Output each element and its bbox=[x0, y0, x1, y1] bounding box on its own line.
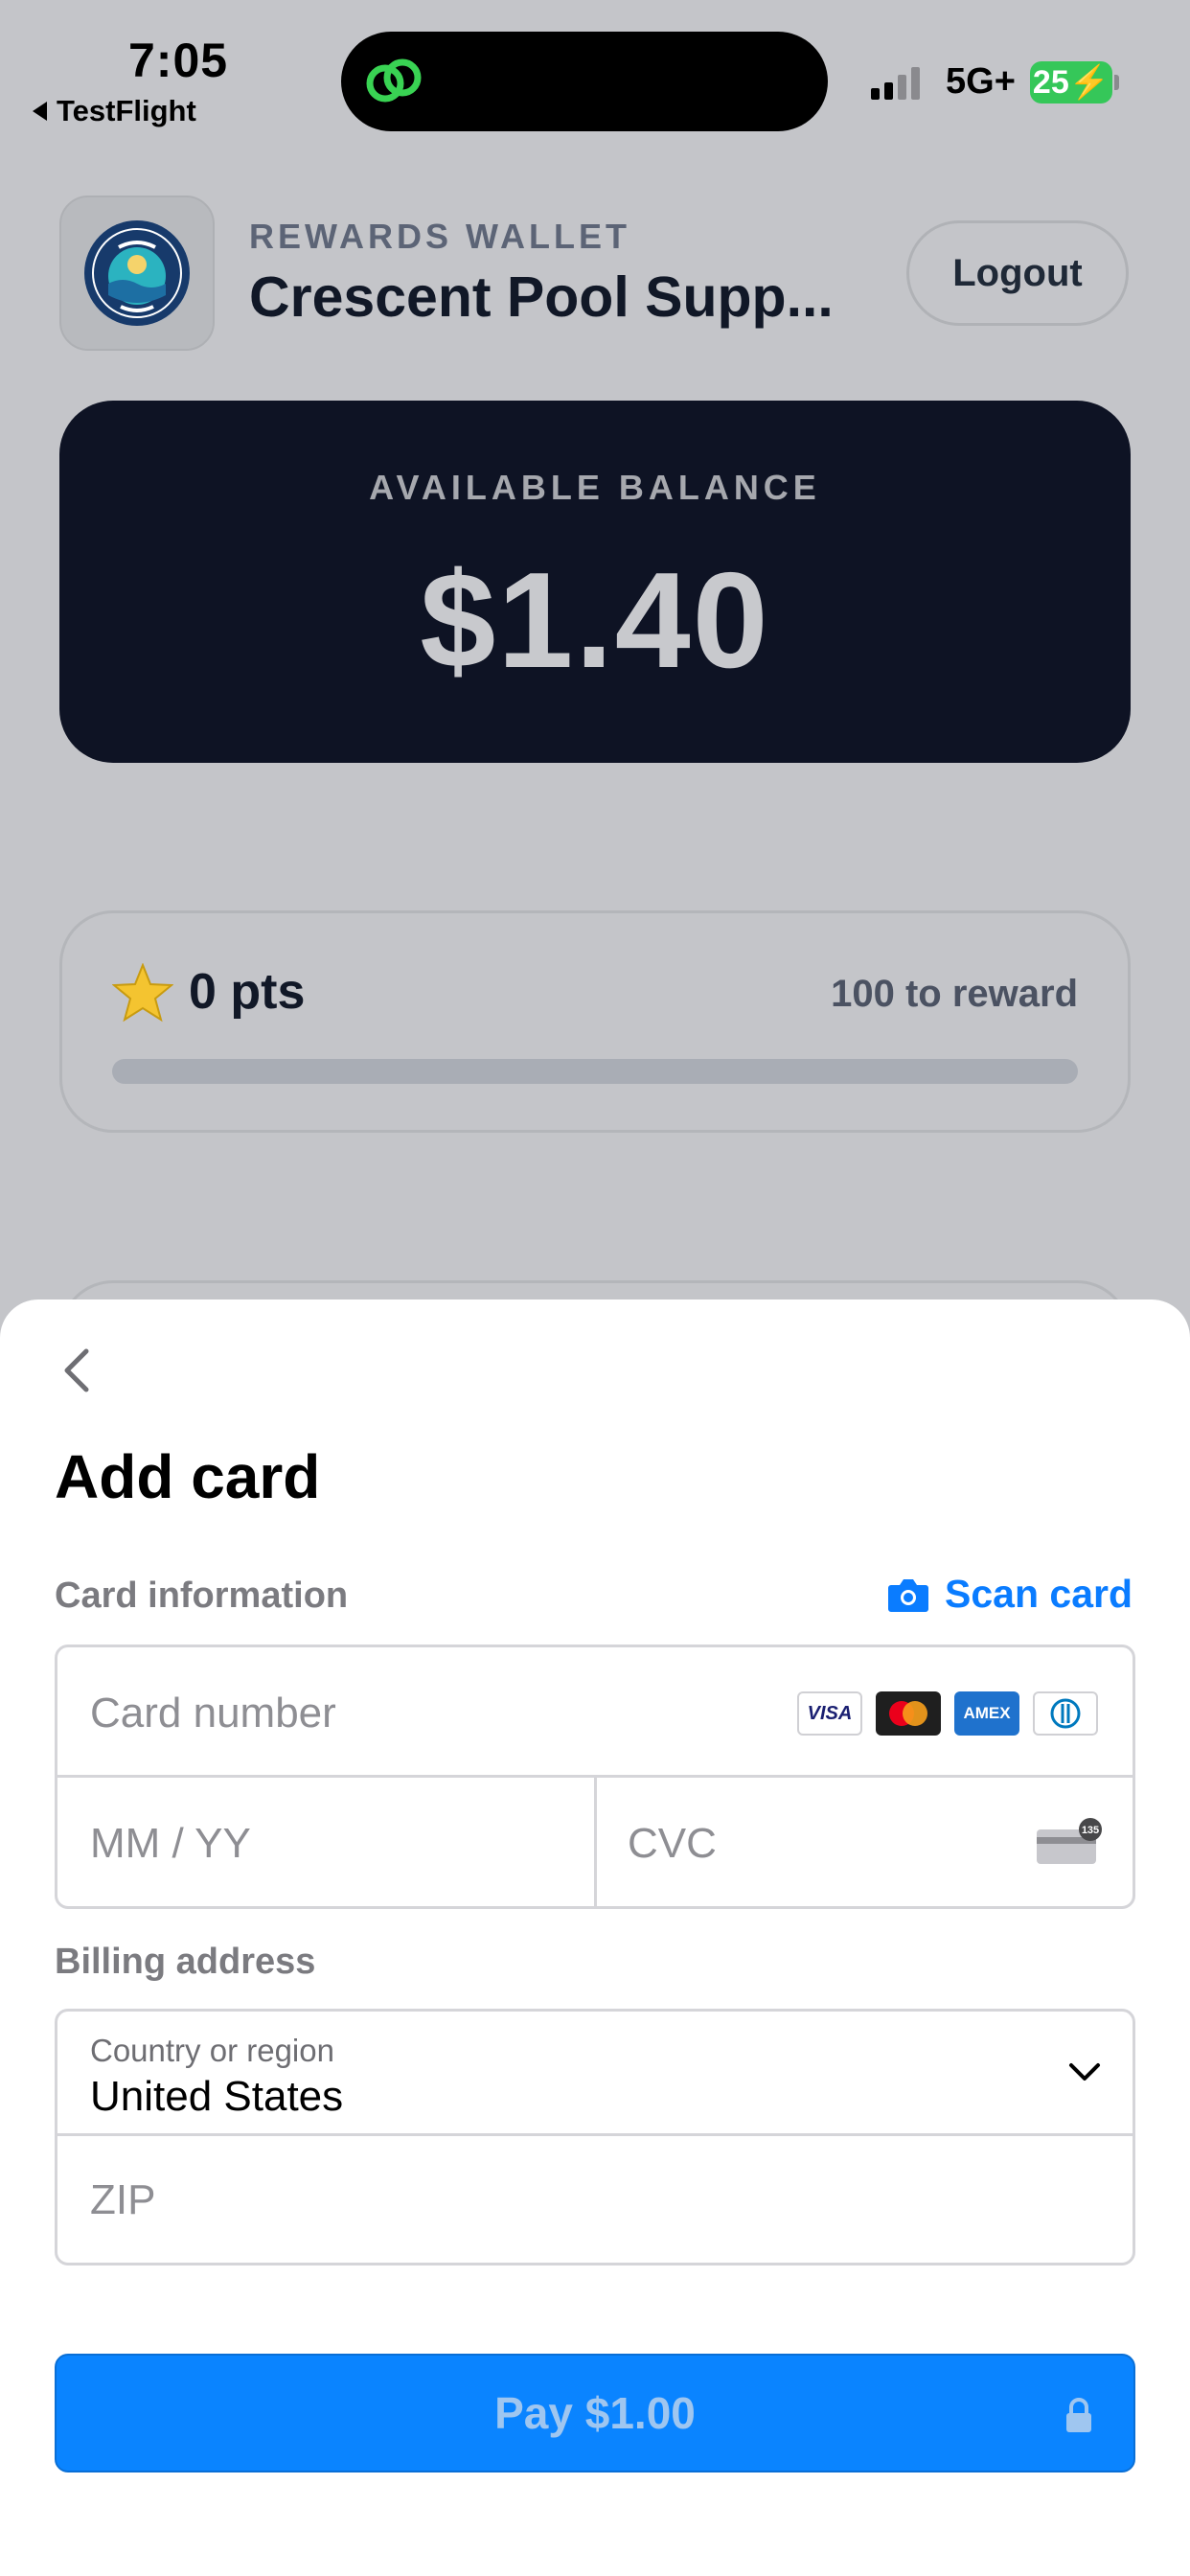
pay-button[interactable]: Pay $1.00 bbox=[55, 2354, 1135, 2472]
balance-amount: $1.40 bbox=[420, 544, 770, 697]
scan-card-label: Scan card bbox=[945, 1572, 1133, 1616]
pay-button-label: Pay $1.00 bbox=[494, 2388, 696, 2438]
card-number-placeholder: Card number bbox=[90, 1690, 336, 1736]
chevron-down-icon bbox=[1069, 2063, 1100, 2081]
card-number-field[interactable]: Card number VISA AMEX bbox=[57, 1647, 1133, 1778]
country-value: United States bbox=[90, 2073, 344, 2120]
camera-icon bbox=[888, 1578, 928, 1612]
mastercard-icon bbox=[876, 1691, 941, 1736]
network-type: 5G+ bbox=[946, 61, 1016, 102]
cell-signal-icon bbox=[871, 67, 920, 100]
expiry-field[interactable]: MM / YY bbox=[57, 1778, 597, 1906]
logout-button[interactable]: Logout bbox=[906, 220, 1129, 326]
card-brands: VISA AMEX bbox=[797, 1691, 1098, 1736]
cvc-placeholder: CVC bbox=[628, 1820, 717, 1867]
cvc-field[interactable]: CVC 135 bbox=[597, 1778, 1133, 1906]
svg-text:135: 135 bbox=[1082, 1825, 1099, 1836]
visa-icon: VISA bbox=[797, 1691, 862, 1736]
points-progress-bar bbox=[112, 1059, 1078, 1084]
lock-icon bbox=[1066, 2398, 1091, 2432]
zip-field[interactable]: ZIP bbox=[90, 2176, 155, 2224]
country-select[interactable]: Country or region United States bbox=[57, 2012, 1133, 2136]
back-app-label: TestFlight bbox=[57, 94, 196, 127]
scan-card-button[interactable]: Scan card bbox=[887, 1572, 1133, 1617]
billing-address-box: Country or region United States ZIP bbox=[55, 2009, 1135, 2266]
balance-card: AVAILABLE BALANCE $1.40 bbox=[59, 401, 1131, 763]
back-to-testflight[interactable]: TestFlight bbox=[33, 94, 196, 128]
card-info-box: Card number VISA AMEX MM / YY CVC 135 bbox=[55, 1644, 1135, 1909]
diners-icon bbox=[1033, 1691, 1098, 1736]
star-icon bbox=[112, 963, 173, 1023]
wallet-label: REWARDS WALLET bbox=[249, 217, 630, 256]
dynamic-island bbox=[341, 32, 828, 131]
sheet-title: Add card bbox=[55, 1442, 321, 1511]
battery-level: 25 bbox=[1032, 63, 1069, 101]
amex-icon: AMEX bbox=[954, 1691, 1019, 1736]
back-arrow-icon bbox=[33, 102, 47, 121]
expiry-placeholder: MM / YY bbox=[90, 1820, 251, 1867]
business-name: Crescent Pool Supp... bbox=[249, 265, 834, 329]
status-time: 7:05 bbox=[128, 34, 229, 87]
balance-label: AVAILABLE BALANCE bbox=[369, 468, 821, 507]
business-logo bbox=[59, 196, 215, 351]
points-card: 0 pts 100 to reward bbox=[59, 910, 1131, 1133]
billing-address-label: Billing address bbox=[55, 1942, 316, 1982]
add-card-sheet: Add card Card information Scan card Card… bbox=[0, 1300, 1190, 2576]
card-info-label: Card information bbox=[55, 1576, 349, 1616]
chevron-left-icon[interactable] bbox=[57, 1344, 96, 1397]
cvc-card-icon: 135 bbox=[1037, 1818, 1102, 1864]
link-rings-icon bbox=[366, 58, 422, 103]
battery-icon: 25 ⚡ bbox=[1030, 61, 1112, 104]
country-label: Country or region bbox=[90, 2033, 334, 2068]
battery-nub bbox=[1114, 75, 1119, 90]
points-to-reward: 100 to reward bbox=[831, 973, 1078, 1015]
crescent-logo-icon bbox=[84, 220, 190, 326]
points-value: 0 pts bbox=[189, 964, 306, 1020]
